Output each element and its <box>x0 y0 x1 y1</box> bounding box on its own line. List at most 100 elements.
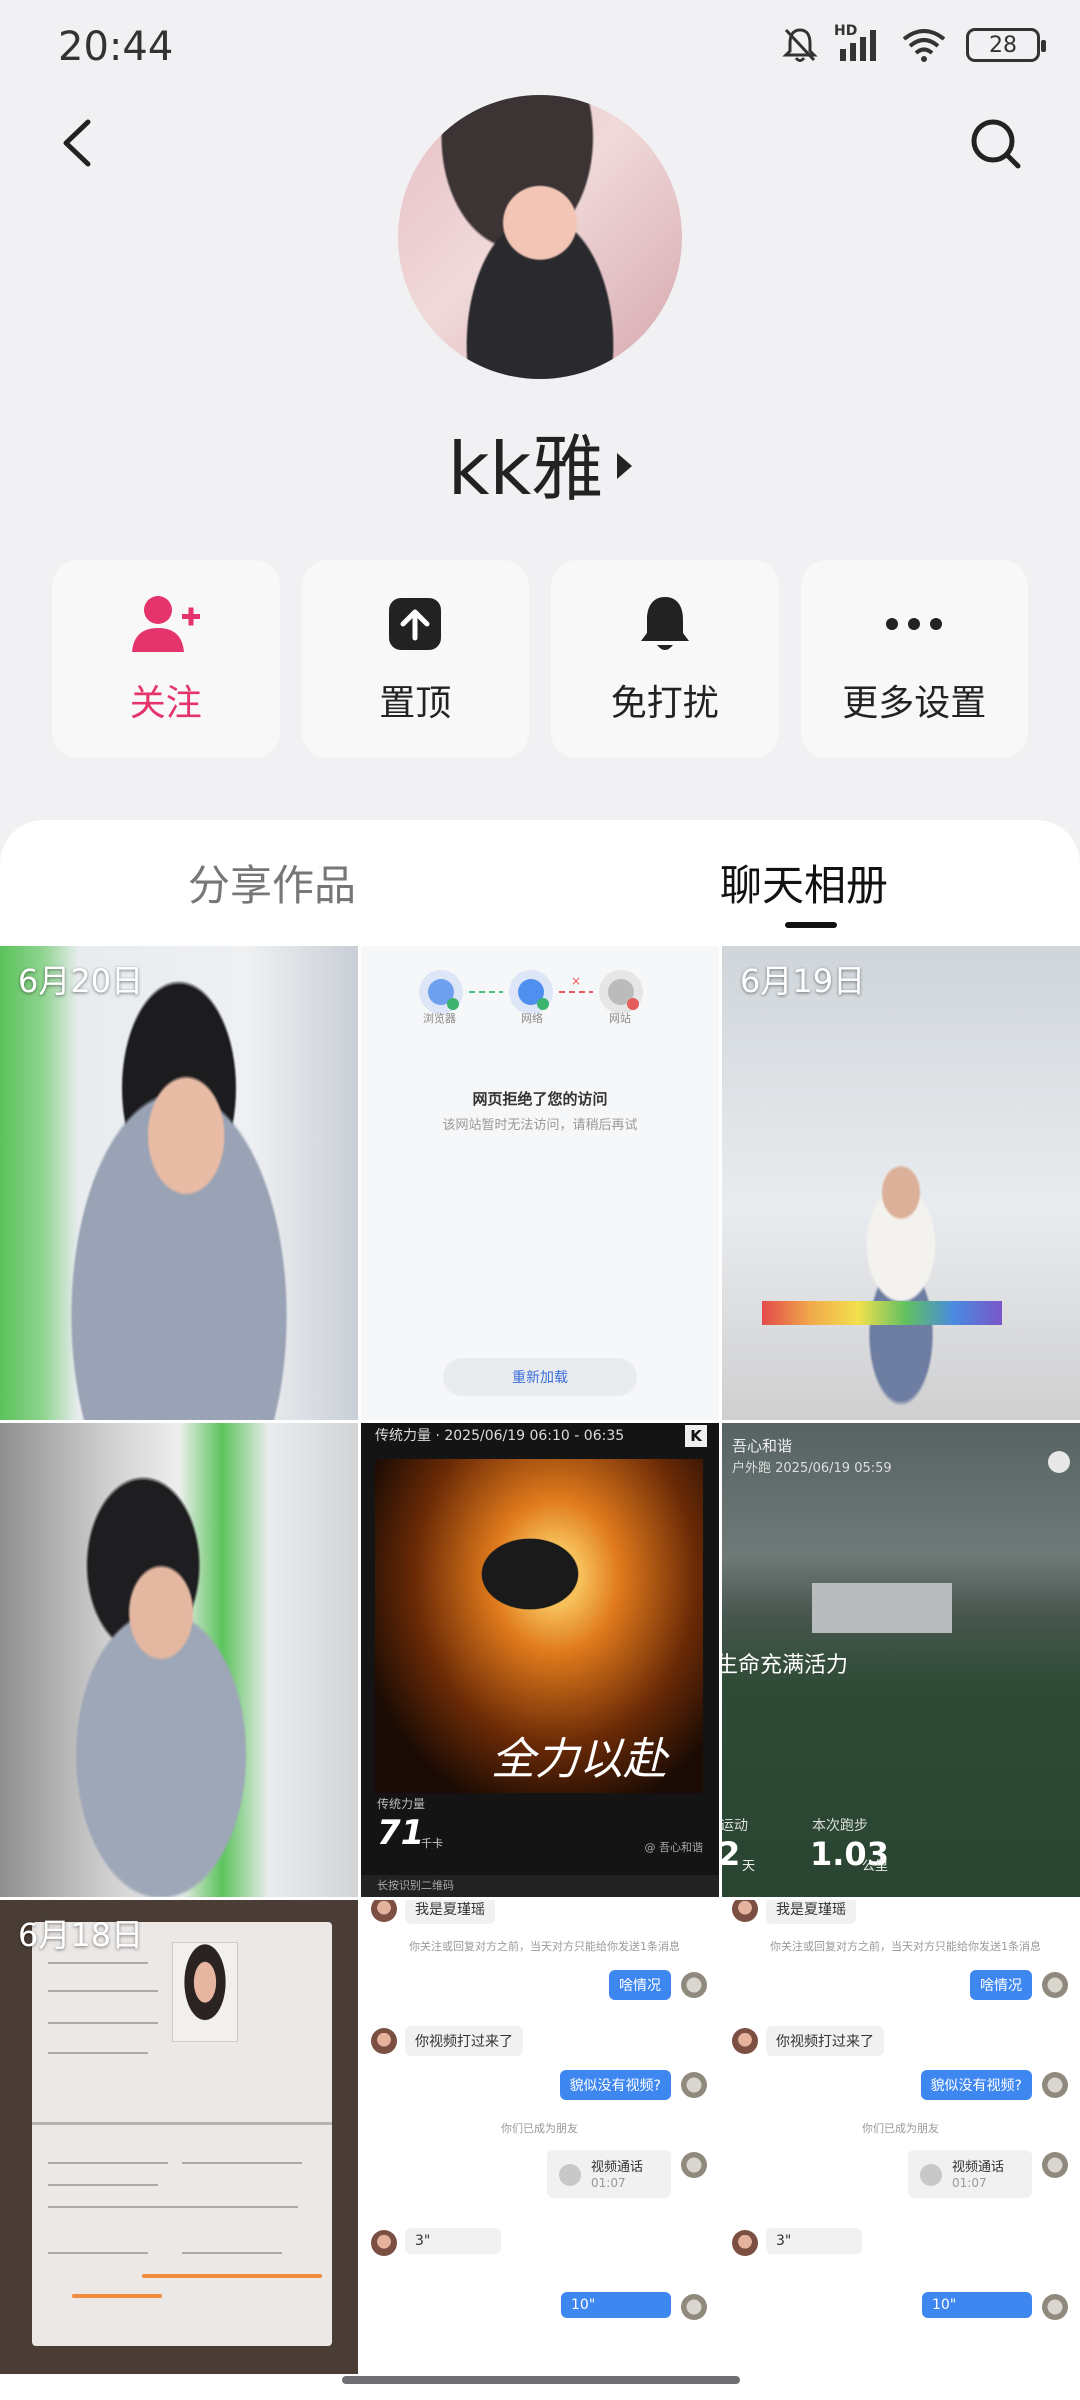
video-icon <box>920 2164 942 2186</box>
run-author: 吾心和谐 <box>732 1437 793 1455</box>
signal-icon: HD <box>834 23 882 63</box>
do-not-disturb-button[interactable]: 免打扰 <box>551 560 779 758</box>
run-label-b: 本次跑步 <box>812 1818 868 1834</box>
pin-top-label: 置顶 <box>379 683 452 724</box>
run-unit-b: 公里 <box>862 1859 889 1874</box>
status-bar: 20:44 HD 28 <box>0 0 1080 96</box>
more-settings-button[interactable]: 更多设置 <box>800 560 1028 758</box>
photo-item-chat-screenshot[interactable]: 我是夏瑾瑶 你关注或回复对方之前，当天对方只能给你发送1条消息 啥情况 你视频打… <box>361 1900 719 2374</box>
photo-item[interactable] <box>0 1423 358 1897</box>
error-title: 网页拒绝了您的访问 <box>472 1090 608 1108</box>
bell-icon <box>629 592 701 656</box>
poster-value: 71 <box>377 1813 425 1853</box>
status-icons: HD 28 <box>782 23 1046 64</box>
action-bar: 关注 置顶 免打扰 更多设置 <box>52 560 1028 758</box>
svg-text:×: × <box>571 974 581 988</box>
more-icon <box>878 592 950 656</box>
reload-button: 重新加载 <box>443 1358 637 1396</box>
battery-level: 28 <box>989 32 1017 58</box>
poster-header: 传统力量 · 2025/06/19 06:10 - 06:35 <box>375 1428 625 1444</box>
video-call-title: 视频通话 <box>591 2160 644 2175</box>
chat-message: 貌似没有视频? <box>559 2070 671 2100</box>
search-icon <box>971 119 1021 169</box>
document-page <box>32 1922 332 2346</box>
run-subtitle: 户外跑 2025/06/19 05:59 <box>732 1461 892 1476</box>
run-label-a: 运动 <box>722 1818 748 1834</box>
date-label: 6月19日 <box>740 962 866 1000</box>
chat-message: 我是夏瑾瑶 <box>405 1900 495 1924</box>
photo-item-document[interactable]: 6月18日 <box>0 1900 358 2374</box>
more-settings-label: 更多设置 <box>842 683 987 724</box>
voice-message: 10" <box>561 2292 671 2318</box>
follow-button[interactable]: 关注 <box>52 560 280 758</box>
status-time: 20:44 <box>58 24 174 70</box>
video-call-card: 视频通话 01:07 <box>547 2150 671 2198</box>
active-tab-indicator <box>785 922 837 928</box>
chat-message: 我是夏瑾瑶 <box>766 1900 856 1924</box>
profile-avatar[interactable] <box>398 95 682 379</box>
network-label: 网络 <box>521 1012 543 1025</box>
building-shape <box>812 1583 952 1633</box>
chat-message: 你视频打过来了 <box>766 2026 884 2056</box>
video-icon <box>559 2164 581 2186</box>
photo-item-webpage-error[interactable]: × 浏览器 网络 网站 网页拒绝了您的访问 该网站暂时无法访问，请稍后再试 重新… <box>361 946 719 1420</box>
pin-top-button[interactable]: 置顶 <box>301 560 529 758</box>
run-slogan: 生命充满活力 <box>722 1653 849 1678</box>
tab-bar: 分享作品 聊天相册 <box>0 820 1080 946</box>
search-button[interactable] <box>966 108 1026 178</box>
poster-unit: 千卡 <box>421 1837 443 1850</box>
profile-name-row[interactable]: kk雅 <box>0 410 1080 515</box>
caret-right-icon <box>617 452 633 479</box>
voice-message: 10" <box>922 2292 1032 2318</box>
bench-decoration <box>762 1301 1002 1325</box>
app-logo-icon: K <box>685 1425 707 1447</box>
chat-message: 你视频打过来了 <box>405 2026 523 2056</box>
browser-label: 浏览器 <box>423 1012 456 1025</box>
chat-message: 啥情况 <box>609 1970 671 2000</box>
tab-chat-album[interactable]: 聊天相册 <box>720 852 888 913</box>
photo-item-chat-screenshot[interactable]: 我是夏瑾瑶 你关注或回复对方之前，当天对方只能给你发送1条消息 啥情况 你视频打… <box>722 1900 1080 2374</box>
voice-message: 3" <box>405 2228 501 2254</box>
add-user-icon <box>130 592 202 656</box>
mute-icon <box>782 28 818 62</box>
error-subtitle: 该网站暂时无法访问，请稍后再试 <box>442 1118 638 1133</box>
wifi-icon <box>902 29 946 62</box>
follow-label: 关注 <box>129 683 202 724</box>
date-label: 6月20日 <box>18 962 144 1000</box>
photo-item[interactable]: 6月20日 <box>0 946 358 1420</box>
app-logo-icon <box>1048 1451 1070 1473</box>
photo-grid: 6月20日 × 浏览器 网络 网站 网页拒绝了您的访问 该网站暂时无法访问，请稍… <box>0 946 1080 2374</box>
video-call-title: 视频通话 <box>952 2160 1005 2175</box>
date-label: 6月18日 <box>18 1916 144 1954</box>
connection-status-icon: × <box>419 970 643 1014</box>
poster-footer: 长按识别二维码 <box>361 1875 719 1897</box>
chat-message: 貌似没有视频? <box>920 2070 1032 2100</box>
photo-item-workout-poster[interactable]: 传统力量 · 2025/06/19 06:10 - 06:35 K 全力以赴 传… <box>361 1423 719 1897</box>
home-indicator[interactable] <box>342 2376 740 2384</box>
voice-message: 3" <box>766 2228 862 2254</box>
run-unit-a: 天 <box>742 1859 756 1874</box>
document-photo <box>172 1942 238 2042</box>
video-call-duration: 01:07 <box>952 2176 987 2190</box>
pin-top-icon <box>379 592 451 656</box>
tab-shared-works[interactable]: 分享作品 <box>188 852 356 913</box>
chevron-left-icon <box>63 119 91 167</box>
poster-brand: @ 吾心和谐 <box>644 1841 704 1854</box>
website-label: 网站 <box>609 1012 631 1025</box>
photo-item-run-record[interactable]: 吾心和谐 户外跑 2025/06/19 05:59 生命充满活力 运动 本次跑步… <box>722 1423 1080 1897</box>
poster-slogan: 全力以赴 <box>491 1734 667 1785</box>
chat-notice: 你关注或回复对方之前，当天对方只能给你发送1条消息 <box>770 1940 1041 1953</box>
video-call-duration: 01:07 <box>591 2176 626 2190</box>
run-value-a: 2 <box>722 1835 741 1873</box>
photo-item[interactable]: 6月19日 <box>722 946 1080 1420</box>
battery-indicator: 28 <box>966 28 1046 62</box>
chat-notice: 你们已成为朋友 <box>501 2122 578 2135</box>
profile-name: kk雅 <box>447 427 604 511</box>
do-not-disturb-label: 免打扰 <box>610 683 719 724</box>
poster-label: 传统力量 <box>377 1797 426 1811</box>
back-button[interactable] <box>50 108 110 178</box>
chat-notice: 你们已成为朋友 <box>862 2122 939 2135</box>
chat-notice: 你关注或回复对方之前，当天对方只能给你发送1条消息 <box>409 1940 680 1953</box>
video-call-card: 视频通话 01:07 <box>908 2150 1032 2198</box>
chat-message: 啥情况 <box>970 1970 1032 2000</box>
